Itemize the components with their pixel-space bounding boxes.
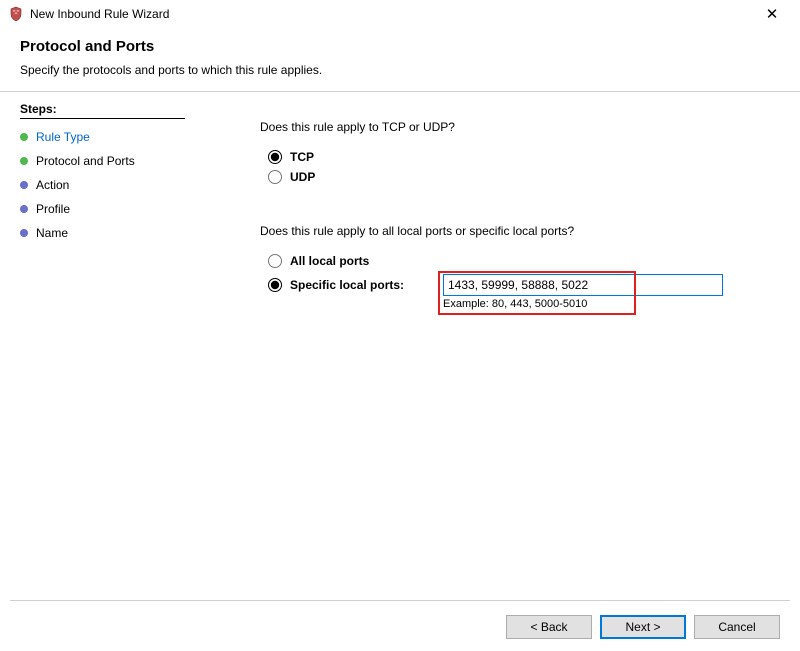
udp-label: UDP (290, 170, 315, 184)
ports-example: Example: 80, 443, 5000-5010 (443, 298, 770, 310)
step-rule-type[interactable]: Rule Type (20, 125, 190, 149)
step-label: Action (36, 178, 69, 192)
step-label: Protocol and Ports (36, 154, 135, 168)
next-button[interactable]: Next > (600, 615, 686, 639)
step-label: Profile (36, 202, 70, 216)
specific-ports-label: Specific local ports: (290, 278, 404, 292)
step-label: Name (36, 226, 68, 240)
step-bullet-icon (20, 181, 28, 189)
specific-ports-option[interactable]: Specific local ports: (268, 278, 443, 292)
udp-radio[interactable] (268, 170, 282, 184)
page-title: Protocol and Ports (20, 38, 780, 55)
all-ports-label: All local ports (290, 254, 369, 268)
page-heading: Protocol and Ports Specify the protocols… (0, 28, 800, 81)
titlebar: New Inbound Rule Wizard ✕ (0, 0, 800, 28)
step-bullet-icon (20, 205, 28, 213)
back-button[interactable]: < Back (506, 615, 592, 639)
close-button[interactable]: ✕ (752, 5, 792, 23)
step-bullet-icon (20, 229, 28, 237)
footer-divider (10, 600, 790, 601)
steps-label: Steps: (20, 102, 185, 119)
step-protocol-and-ports[interactable]: Protocol and Ports (20, 149, 190, 173)
firewall-icon (8, 6, 24, 22)
page-subtitle: Specify the protocols and ports to which… (20, 63, 780, 77)
protocol-question: Does this rule apply to TCP or UDP? (260, 120, 770, 134)
specific-ports-radio[interactable] (268, 278, 282, 292)
step-name[interactable]: Name (20, 221, 190, 245)
wizard-footer: < Back Next > Cancel (506, 615, 780, 639)
step-bullet-icon (20, 157, 28, 165)
cancel-button[interactable]: Cancel (694, 615, 780, 639)
udp-option[interactable]: UDP (260, 170, 770, 184)
step-label: Rule Type (36, 130, 90, 144)
step-profile[interactable]: Profile (20, 197, 190, 221)
tcp-label: TCP (290, 150, 314, 164)
step-bullet-icon (20, 133, 28, 141)
tcp-option[interactable]: TCP (260, 150, 770, 164)
all-ports-radio[interactable] (268, 254, 282, 268)
all-ports-option[interactable]: All local ports (260, 254, 770, 268)
step-action[interactable]: Action (20, 173, 190, 197)
steps-sidebar: Steps: Rule Type Protocol and Ports Acti… (0, 92, 190, 600)
main-panel: Does this rule apply to TCP or UDP? TCP … (190, 92, 800, 600)
tcp-radio[interactable] (268, 150, 282, 164)
specific-ports-input[interactable] (443, 274, 723, 296)
window-title: New Inbound Rule Wizard (30, 7, 752, 21)
ports-question: Does this rule apply to all local ports … (260, 224, 770, 238)
